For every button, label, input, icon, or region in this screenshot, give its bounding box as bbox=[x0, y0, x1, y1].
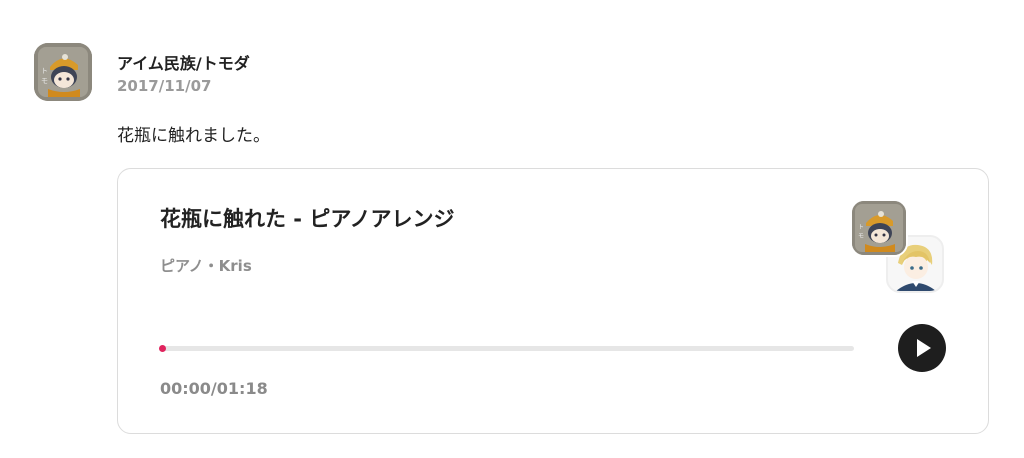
tomoda-avatar-image: ト モ bbox=[852, 201, 906, 255]
progress-handle[interactable] bbox=[159, 345, 166, 352]
post-text: 花瓶に触れました。 bbox=[117, 126, 270, 146]
collaborator-avatars: ト モ bbox=[850, 199, 950, 299]
author-name[interactable]: アイム民族/トモダ bbox=[117, 50, 250, 74]
play-button[interactable] bbox=[898, 324, 946, 372]
svg-text:ト: ト bbox=[858, 224, 864, 231]
time-readout: 00:00/01:18 bbox=[160, 379, 268, 398]
svg-text:モ: モ bbox=[858, 233, 864, 240]
play-icon bbox=[917, 339, 931, 357]
audio-card: 花瓶に触れた - ピアノアレンジ ピアノ・Kris ト モ 00:00/01:1… bbox=[117, 168, 989, 434]
collaborator-avatar-tomoda[interactable]: ト モ bbox=[850, 199, 908, 257]
author-avatar[interactable]: ト モ bbox=[34, 43, 92, 101]
post: ト モ アイム民族/トモダ 2017/11/07 花瓶に触れました。 花瓶に触れ… bbox=[0, 0, 1024, 458]
progress-bar[interactable] bbox=[159, 345, 854, 352]
svg-text:ト: ト bbox=[41, 67, 48, 75]
svg-text:モ: モ bbox=[41, 77, 48, 85]
post-date: 2017/11/07 bbox=[117, 77, 212, 95]
track-meta: ピアノ・Kris bbox=[160, 257, 252, 275]
track-title[interactable]: 花瓶に触れた - ピアノアレンジ bbox=[160, 203, 454, 233]
author-avatar-image: ト モ bbox=[34, 43, 92, 101]
